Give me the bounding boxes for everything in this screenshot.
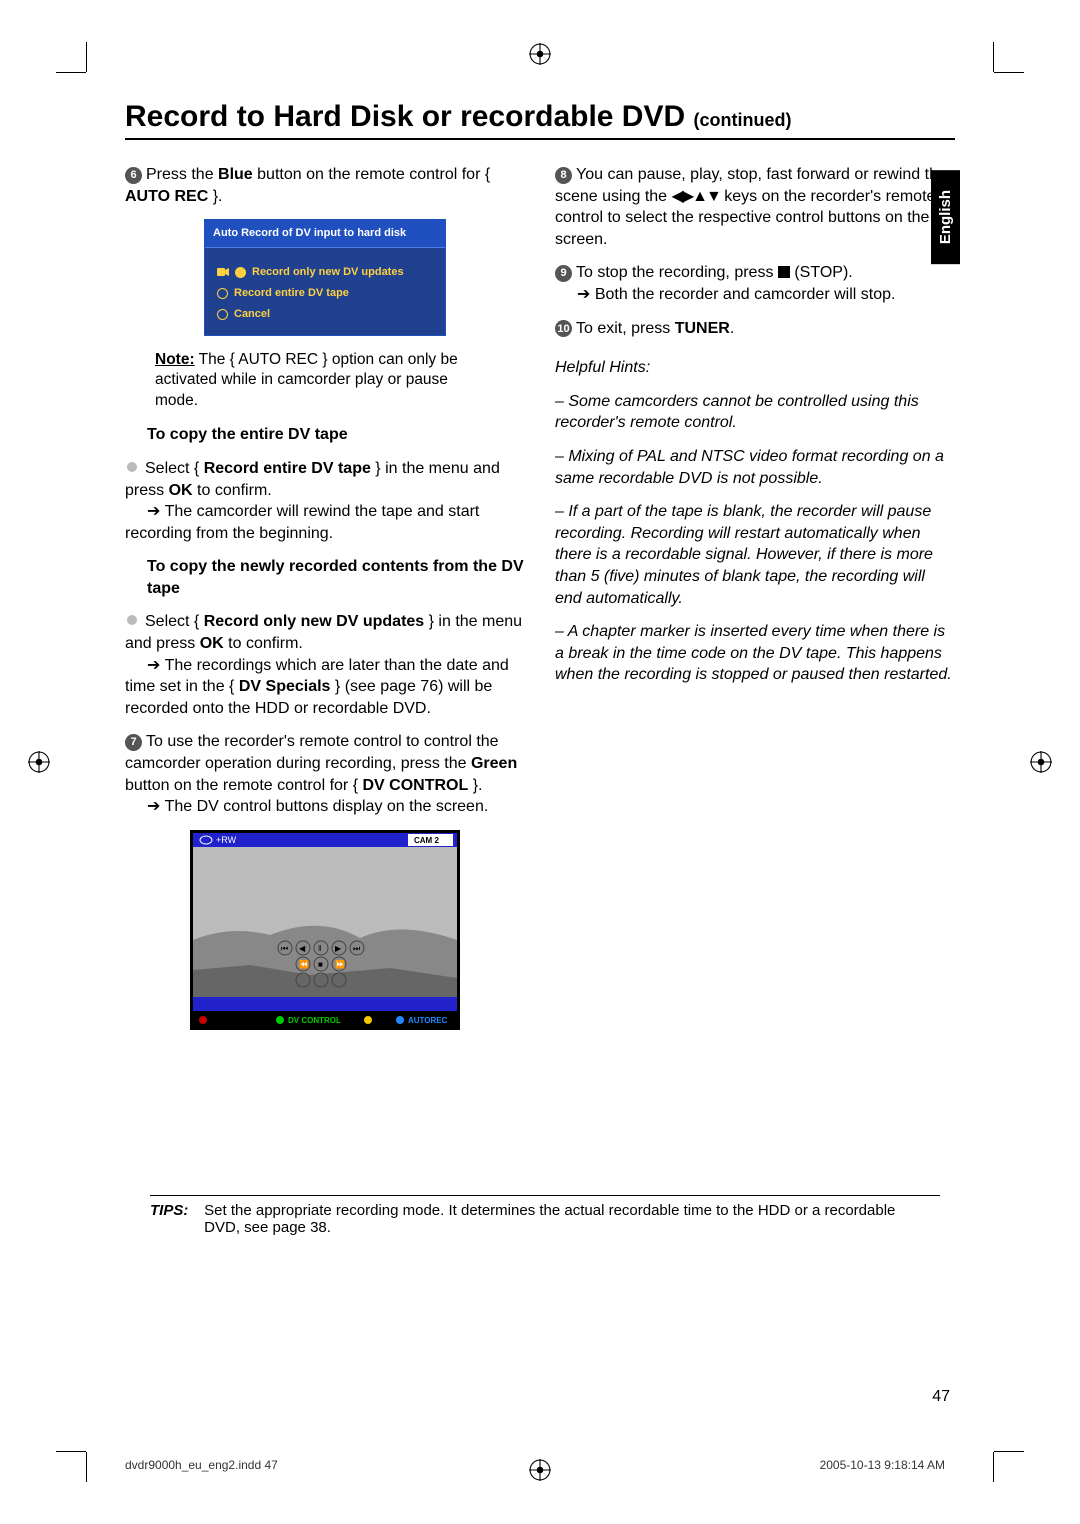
hint-4: – A chapter marker is inserted every tim… [555, 621, 955, 686]
stop-icon [778, 266, 790, 278]
step-8: 8You can pause, play, stop, fast forward… [555, 164, 955, 250]
crop-mark-tl [56, 72, 86, 73]
hint-1: – Some camcorders cannot be controlled u… [555, 391, 955, 434]
screenshot-label-cam2: CAM 2 [414, 836, 439, 845]
hint-2: – Mixing of PAL and NTSC video format re… [555, 446, 955, 489]
left-column: 6Press the Blue button on the remote con… [125, 164, 525, 1036]
page-title: Record to Hard Disk or recordable DVD (c… [125, 100, 955, 134]
arrow-right-icon: ➔ [147, 657, 160, 674]
screenshot-label-dvcontrol: DV CONTROL [288, 1016, 341, 1025]
svg-text:‖: ‖ [318, 944, 321, 953]
step-6: 6Press the Blue button on the remote con… [125, 164, 525, 207]
camcorder-icon [217, 267, 229, 277]
radio-icon [235, 267, 246, 278]
nav-keys-icon: ◀▶▲▼ [672, 188, 720, 205]
arrow-right-icon: ➔ [147, 503, 160, 520]
dialog-option-cancel: Cancel [217, 304, 433, 325]
footer-timestamp: 2005-10-13 9:18:14 AM [820, 1458, 945, 1472]
bullet-icon [127, 462, 137, 472]
bullet-copy-entire: Select { Record entire DV tape } in the … [125, 458, 525, 544]
title-rule [125, 138, 955, 140]
step-badge-9: 9 [555, 265, 572, 282]
dialog-option-entire-tape: Record entire DV tape [217, 283, 433, 304]
svg-text:■: ■ [318, 960, 323, 969]
svg-text:⏩: ⏩ [335, 959, 345, 969]
helpful-hints-label: Helpful Hints: [555, 357, 955, 379]
dialog-title: Auto Record of DV input to hard disk [205, 220, 445, 248]
subheading-copy-new: To copy the newly recorded contents from… [125, 556, 525, 599]
result-line: ➔ The recordings which are later than th… [125, 657, 509, 717]
note-block: Note: The { AUTO REC } option can only b… [125, 350, 525, 413]
screenshot-label-rw: +RW [216, 835, 237, 845]
result-line: ➔ The camcorder will rewind the tape and… [125, 503, 479, 542]
right-column: 8You can pause, play, stop, fast forward… [555, 164, 955, 1036]
dv-control-screenshot: +RW CAM 2 ⏮ ◀ ‖ ▶ ⏭ ⏪ ■ [190, 830, 460, 1037]
auto-rec-dialog: Auto Record of DV input to hard disk Rec… [204, 219, 446, 335]
tips-footer: TIPS: Set the appropriate recording mode… [150, 1195, 940, 1236]
result-line: ➔ The DV control buttons display on the … [125, 798, 488, 815]
svg-text:◀: ◀ [299, 944, 306, 953]
bullet-icon [127, 615, 137, 625]
registration-mark-icon [529, 43, 551, 65]
result-line: ➔ Both the recorder and camcorder will s… [555, 286, 895, 303]
dialog-option-new-updates: Record only new DV updates [217, 262, 433, 283]
step-badge-8: 8 [555, 167, 572, 184]
svg-text:⏮: ⏮ [281, 944, 288, 953]
step-badge-6: 6 [125, 167, 142, 184]
step-7: 7To use the recorder's remote control to… [125, 731, 525, 817]
subheading-copy-entire: To copy the entire DV tape [125, 424, 525, 446]
svg-text:⏭: ⏭ [353, 944, 360, 953]
tips-body: Set the appropriate recording mode. It d… [204, 1202, 924, 1236]
radio-icon [217, 309, 228, 320]
step-badge-7: 7 [125, 734, 142, 751]
arrow-right-icon: ➔ [577, 286, 590, 303]
title-main: Record to Hard Disk or recordable DVD [125, 100, 685, 133]
crop-mark-bl [56, 1451, 86, 1452]
step-9: 9To stop the recording, press (STOP). ➔ … [555, 262, 955, 305]
step-badge-10: 10 [555, 320, 572, 337]
title-continued: (continued) [694, 110, 792, 130]
crop-mark-br [994, 1451, 1024, 1452]
crop-mark-tr [994, 72, 1024, 73]
bullet-copy-new: Select { Record only new DV updates } in… [125, 611, 525, 719]
step-10: 10To exit, press TUNER. [555, 318, 955, 340]
registration-mark-icon [1030, 751, 1052, 773]
footer-filename: dvdr9000h_eu_eng2.indd 47 [125, 1458, 278, 1472]
arrow-right-icon: ➔ [147, 798, 160, 815]
print-footer: dvdr9000h_eu_eng2.indd 47 2005-10-13 9:1… [125, 1458, 945, 1472]
svg-text:▶: ▶ [335, 944, 342, 953]
hint-3: – If a part of the tape is blank, the re… [555, 501, 955, 609]
page-number: 47 [932, 1388, 950, 1406]
screenshot-label-autorec: AUTOREC [408, 1016, 448, 1025]
radio-icon [217, 288, 228, 299]
registration-mark-icon [28, 751, 50, 773]
svg-text:⏪: ⏪ [299, 959, 309, 969]
tips-label: TIPS: [150, 1202, 200, 1219]
